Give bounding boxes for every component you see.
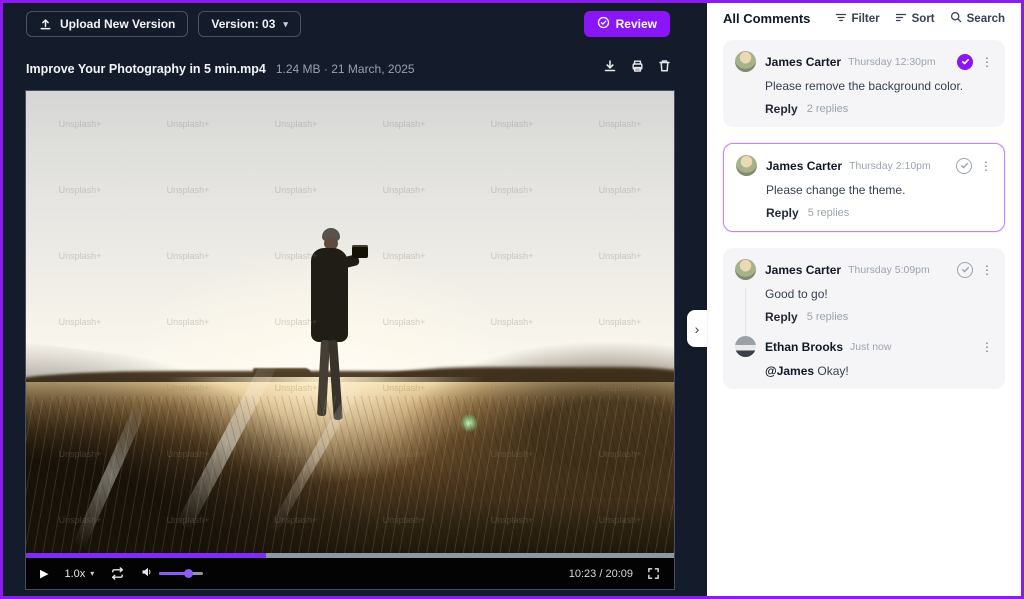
upload-icon [39, 18, 52, 31]
review-button[interactable]: Review [584, 11, 670, 37]
resolve-check-icon[interactable] [956, 158, 972, 174]
play-button[interactable]: ▶ [40, 567, 48, 580]
avatar [735, 336, 756, 357]
player-pane: Upload New Version Version: 03 ▾ Review … [3, 3, 707, 596]
replies-count[interactable]: 2 replies [807, 103, 849, 115]
kebab-menu-icon[interactable]: ⋮ [981, 56, 993, 68]
comment-card[interactable]: James Carter Thursday 5:09pm ⋮ Good to g… [723, 248, 1005, 389]
filter-label: Filter [852, 13, 880, 25]
time-display: 10:23 / 20:09 [569, 568, 633, 580]
thread-reply[interactable]: Ethan Brooks Just now ⋮ @James Okay! [735, 336, 993, 378]
reply-button[interactable]: Reply [765, 310, 798, 324]
fullscreen-button[interactable] [647, 567, 660, 580]
comment-text: Please change the theme. [766, 183, 992, 197]
search-button[interactable]: Search [950, 11, 1005, 26]
comments-pane: All Comments Filter Sort [707, 3, 1021, 596]
collapse-panel-tab[interactable]: › [687, 310, 707, 347]
reply-button[interactable]: Reply [765, 102, 798, 116]
volume-slider-fill [159, 572, 185, 575]
speaker-icon[interactable] [141, 565, 153, 583]
toolbar: Upload New Version Version: 03 ▾ Review [26, 11, 707, 37]
kebab-menu-icon[interactable]: ⋮ [981, 341, 993, 353]
avatar [736, 155, 757, 176]
comment-timestamp: Thursday 12:30pm [848, 56, 936, 68]
comment-card-selected[interactable]: James Carter Thursday 2:10pm ⋮ Please ch… [723, 143, 1005, 232]
comment-card[interactable]: James Carter Thursday 12:30pm ⋮ Please r… [723, 40, 1005, 127]
mention[interactable]: @James [765, 364, 814, 378]
comments-tools: Filter Sort Search [835, 11, 1005, 26]
volume-control [141, 565, 203, 583]
print-icon[interactable] [630, 59, 645, 78]
app-window: Upload New Version Version: 03 ▾ Review … [0, 0, 1024, 599]
review-button-label: Review [616, 17, 657, 31]
comments-list: James Carter Thursday 12:30pm ⋮ Please r… [707, 40, 1021, 389]
check-circle-icon [597, 16, 610, 32]
comments-header: All Comments Filter Sort [707, 9, 1021, 26]
playback-speed-value: 1.0x [64, 568, 85, 580]
player-controls: ▶ 1.0x ▾ 10:23 / 20:09 [26, 558, 674, 589]
comment-author: James Carter [765, 55, 841, 69]
resolved-check-icon[interactable] [957, 54, 973, 70]
seek-bar[interactable] [26, 553, 674, 558]
download-icon[interactable] [603, 59, 617, 78]
file-name: Improve Your Photography in 5 min.mp4 [26, 62, 266, 76]
comment-timestamp: Just now [850, 341, 891, 353]
filter-button[interactable]: Filter [835, 12, 880, 26]
comment-author: James Carter [766, 159, 842, 173]
sort-label: Sort [912, 13, 935, 25]
kebab-menu-icon[interactable]: ⋮ [981, 264, 993, 276]
chevron-down-icon: ▾ [90, 569, 94, 578]
video-player: Unsplash+Unsplash+Unsplash+Unsplash+Unsp… [25, 90, 675, 590]
version-dropdown-label: Version: 03 [211, 17, 275, 31]
version-dropdown[interactable]: Version: 03 ▾ [198, 11, 301, 37]
comment-text: @James Okay! [765, 364, 993, 378]
comment-text: Good to go! [765, 287, 993, 301]
video-canvas[interactable]: Unsplash+Unsplash+Unsplash+Unsplash+Unsp… [26, 91, 674, 553]
comment-timestamp: Thursday 2:10pm [849, 160, 931, 172]
trash-icon[interactable] [658, 59, 671, 78]
seek-bar-fill [26, 553, 266, 558]
filter-icon [835, 12, 847, 26]
upload-new-version-button[interactable]: Upload New Version [26, 11, 188, 37]
kebab-menu-icon[interactable]: ⋮ [980, 160, 992, 172]
avatar [735, 51, 756, 72]
volume-slider-knob[interactable] [184, 569, 193, 578]
file-actions [603, 59, 671, 78]
grass-texture [26, 396, 674, 553]
file-header: Improve Your Photography in 5 min.mp4 1.… [26, 59, 671, 78]
replies-count[interactable]: 5 replies [808, 207, 850, 219]
loop-button[interactable] [110, 567, 125, 580]
playback-speed-dropdown[interactable]: 1.0x ▾ [64, 568, 94, 580]
reply-button[interactable]: Reply [766, 206, 799, 220]
sort-icon [895, 12, 907, 26]
chevron-right-icon: › [695, 321, 700, 337]
sort-button[interactable]: Sort [895, 12, 935, 26]
comment-text: Please remove the background color. [765, 79, 993, 93]
upload-button-label: Upload New Version [60, 17, 175, 31]
comments-title: All Comments [723, 11, 810, 26]
volume-slider[interactable] [159, 572, 203, 575]
avatar [735, 259, 756, 280]
comment-timestamp: Thursday 5:09pm [848, 264, 930, 276]
comment-author: Ethan Brooks [765, 340, 843, 354]
search-label: Search [967, 13, 1005, 25]
resolve-check-icon[interactable] [957, 262, 973, 278]
chevron-down-icon: ▾ [283, 19, 288, 30]
replies-count[interactable]: 5 replies [807, 311, 849, 323]
comment-author: James Carter [765, 263, 841, 277]
file-meta: 1.24 MB · 21 March, 2025 [276, 62, 415, 76]
search-icon [950, 11, 962, 26]
